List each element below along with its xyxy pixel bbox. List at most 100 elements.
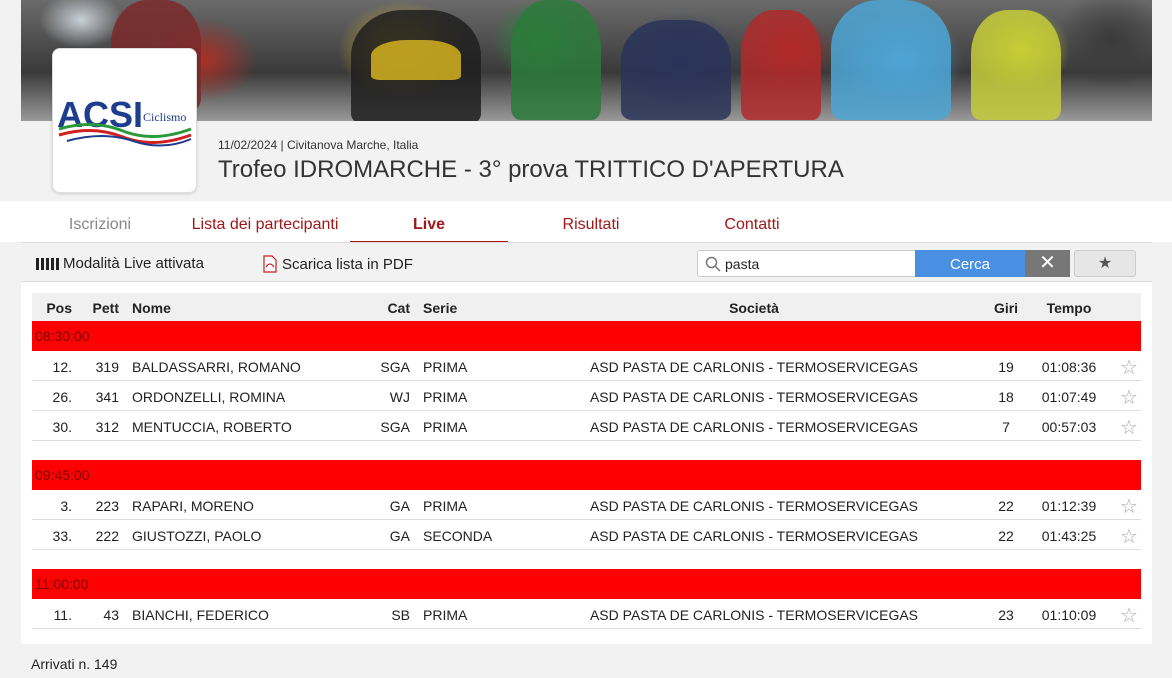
cell-pos: 3.: [60, 498, 72, 514]
cell-societa: ASD PASTA DE CARLONIS - TERMOSERVICEGAS: [589, 528, 919, 544]
cell-giri: 19: [998, 359, 1014, 375]
pdf-label: Scarica lista in PDF: [282, 255, 413, 273]
cell-societa: ASD PASTA DE CARLONIS - TERMOSERVICEGAS: [589, 419, 919, 435]
event-meta: 11/02/2024 | Civitanova Marche, Italia: [218, 138, 418, 152]
favorite-star-icon[interactable]: ☆: [1120, 415, 1138, 440]
table-row[interactable]: 11. 43 BIANCHI, FEDERICO SB PRIMA ASD PA…: [32, 599, 1141, 629]
cell-pett: 223: [95, 498, 119, 514]
cell-societa: ASD PASTA DE CARLONIS - TERMOSERVICEGAS: [589, 607, 919, 623]
live-mode-label: Modalità Live attivata: [63, 255, 204, 272]
cell-tempo: 01:07:49: [1041, 389, 1097, 405]
organizer-logo: ACSI Ciclismo: [52, 48, 197, 193]
header-societa[interactable]: Società: [584, 300, 924, 316]
cell-pett: 312: [95, 419, 119, 435]
start-group-bar: 09:45:00: [32, 460, 1141, 490]
cell-serie: PRIMA: [423, 359, 468, 375]
cell-nome: MENTUCCIA, ROBERTO: [132, 419, 292, 435]
cell-pos: 30.: [52, 419, 72, 435]
clear-search-button[interactable]: ✕: [1025, 250, 1070, 277]
tab-lista-partecipanti[interactable]: Lista dei partecipanti: [186, 201, 344, 242]
table-row[interactable]: 33. 222 GIUSTOZZI, PAOLO GA SECONDA ASD …: [32, 520, 1141, 550]
tab-bar: Iscrizioni Lista dei partecipanti Live R…: [0, 201, 1172, 242]
cell-serie: SECONDA: [423, 528, 493, 544]
cell-pos: 33.: [52, 528, 72, 544]
cell-serie: PRIMA: [423, 498, 468, 514]
search-icon: [705, 256, 721, 272]
cell-serie: PRIMA: [423, 607, 468, 623]
table-row[interactable]: 30. 312 MENTUCCIA, ROBERTO SGA PRIMA ASD…: [32, 411, 1141, 441]
cell-nome: BIANCHI, FEDERICO: [132, 607, 269, 623]
favorites-filter-button[interactable]: ★: [1074, 250, 1136, 277]
event-title: Trofeo IDROMARCHE - 3° prova TRITTICO D'…: [218, 156, 844, 183]
header-serie[interactable]: Serie: [423, 300, 457, 316]
cell-pett: 341: [95, 389, 119, 405]
tab-risultati[interactable]: Risultati: [512, 201, 670, 242]
tab-contatti[interactable]: Contatti: [673, 201, 831, 242]
cell-tempo: 01:12:39: [1041, 498, 1097, 514]
tab-live[interactable]: Live: [350, 201, 508, 242]
table-row[interactable]: 26. 341 ORDONZELLI, ROMINA WJ PRIMA ASD …: [32, 381, 1141, 411]
cell-giri: 18: [998, 389, 1014, 405]
favorite-star-icon[interactable]: ☆: [1120, 355, 1138, 380]
cell-cat: GA: [389, 528, 410, 544]
live-mode-toggle[interactable]: Modalità Live attivata: [36, 255, 204, 272]
tab-iscrizioni: Iscrizioni: [68, 216, 132, 233]
table-header: Pos Pett Nome Cat Serie Società Giri Tem…: [32, 293, 1141, 322]
favorite-star-icon[interactable]: ☆: [1120, 385, 1138, 410]
cell-giri: 7: [1002, 419, 1010, 435]
cell-societa: ASD PASTA DE CARLONIS - TERMOSERVICEGAS: [589, 359, 919, 375]
header-giri[interactable]: Giri: [986, 300, 1026, 316]
cell-nome: RAPARI, MORENO: [132, 498, 254, 514]
cell-pett: 222: [95, 528, 119, 544]
favorite-star-icon[interactable]: ☆: [1120, 494, 1138, 519]
cell-cat: SB: [391, 607, 410, 623]
logo-brand: ACSI: [57, 94, 143, 135]
event-location: Civitanova Marche, Italia: [286, 138, 419, 152]
cell-tempo: 01:10:09: [1041, 607, 1097, 623]
cell-tempo: 01:08:36: [1041, 359, 1097, 375]
cell-pett: 319: [95, 359, 119, 375]
cell-cat: WJ: [389, 389, 410, 405]
arrived-count: Arrivati n. 149: [31, 656, 118, 672]
cell-serie: PRIMA: [423, 389, 468, 405]
cell-pos: 26.: [52, 389, 72, 405]
cell-cat: SGA: [380, 419, 410, 435]
header-cat[interactable]: Cat: [372, 300, 410, 316]
cell-pos: 12.: [52, 359, 72, 375]
cell-tempo: 01:43:25: [1041, 528, 1097, 544]
download-pdf-link[interactable]: Scarica lista in PDF: [262, 255, 413, 273]
toolbar: Modalità Live attivata Scarica lista in …: [21, 242, 1152, 282]
header-nome[interactable]: Nome: [132, 300, 171, 316]
search-input[interactable]: [725, 254, 910, 274]
event-date: 11/02/2024: [218, 138, 278, 152]
cell-giri: 22: [998, 528, 1014, 544]
cell-pett: 43: [103, 607, 119, 623]
header-pos[interactable]: Pos: [32, 300, 72, 316]
table-row[interactable]: 3. 223 RAPARI, MORENO GA PRIMA ASD PASTA…: [32, 490, 1141, 520]
cell-cat: SGA: [380, 359, 410, 375]
favorite-star-icon[interactable]: ☆: [1120, 524, 1138, 549]
results-panel: Pos Pett Nome Cat Serie Società Giri Tem…: [21, 282, 1152, 644]
live-bars-icon: [36, 257, 59, 270]
cell-nome: BALDASSARRI, ROMANO: [132, 359, 301, 375]
header-pett[interactable]: Pett: [76, 300, 119, 316]
cell-societa: ASD PASTA DE CARLONIS - TERMOSERVICEGAS: [589, 498, 919, 514]
favorite-star-icon[interactable]: ☆: [1120, 603, 1138, 628]
header-tempo[interactable]: Tempo: [1034, 300, 1104, 316]
cell-giri: 22: [998, 498, 1014, 514]
search-button[interactable]: Cerca: [915, 250, 1025, 277]
cell-serie: PRIMA: [423, 419, 468, 435]
cell-tempo: 00:57:03: [1041, 419, 1097, 435]
cell-pos: 11.: [53, 607, 72, 623]
start-group-bar: 11:00:00: [32, 569, 1141, 599]
cell-nome: GIUSTOZZI, PAOLO: [132, 528, 262, 544]
acsi-logo-icon: ACSI Ciclismo: [57, 94, 192, 147]
search-box: [697, 250, 916, 277]
pdf-icon: [263, 255, 277, 273]
cell-nome: ORDONZELLI, ROMINA: [132, 389, 286, 405]
table-row[interactable]: 12. 319 BALDASSARRI, ROMANO SGA PRIMA AS…: [32, 351, 1141, 381]
cell-giri: 23: [998, 607, 1014, 623]
start-group-bar: 08:30:00: [32, 321, 1141, 351]
cell-cat: GA: [389, 498, 410, 514]
logo-subtitle: Ciclismo: [143, 110, 186, 124]
